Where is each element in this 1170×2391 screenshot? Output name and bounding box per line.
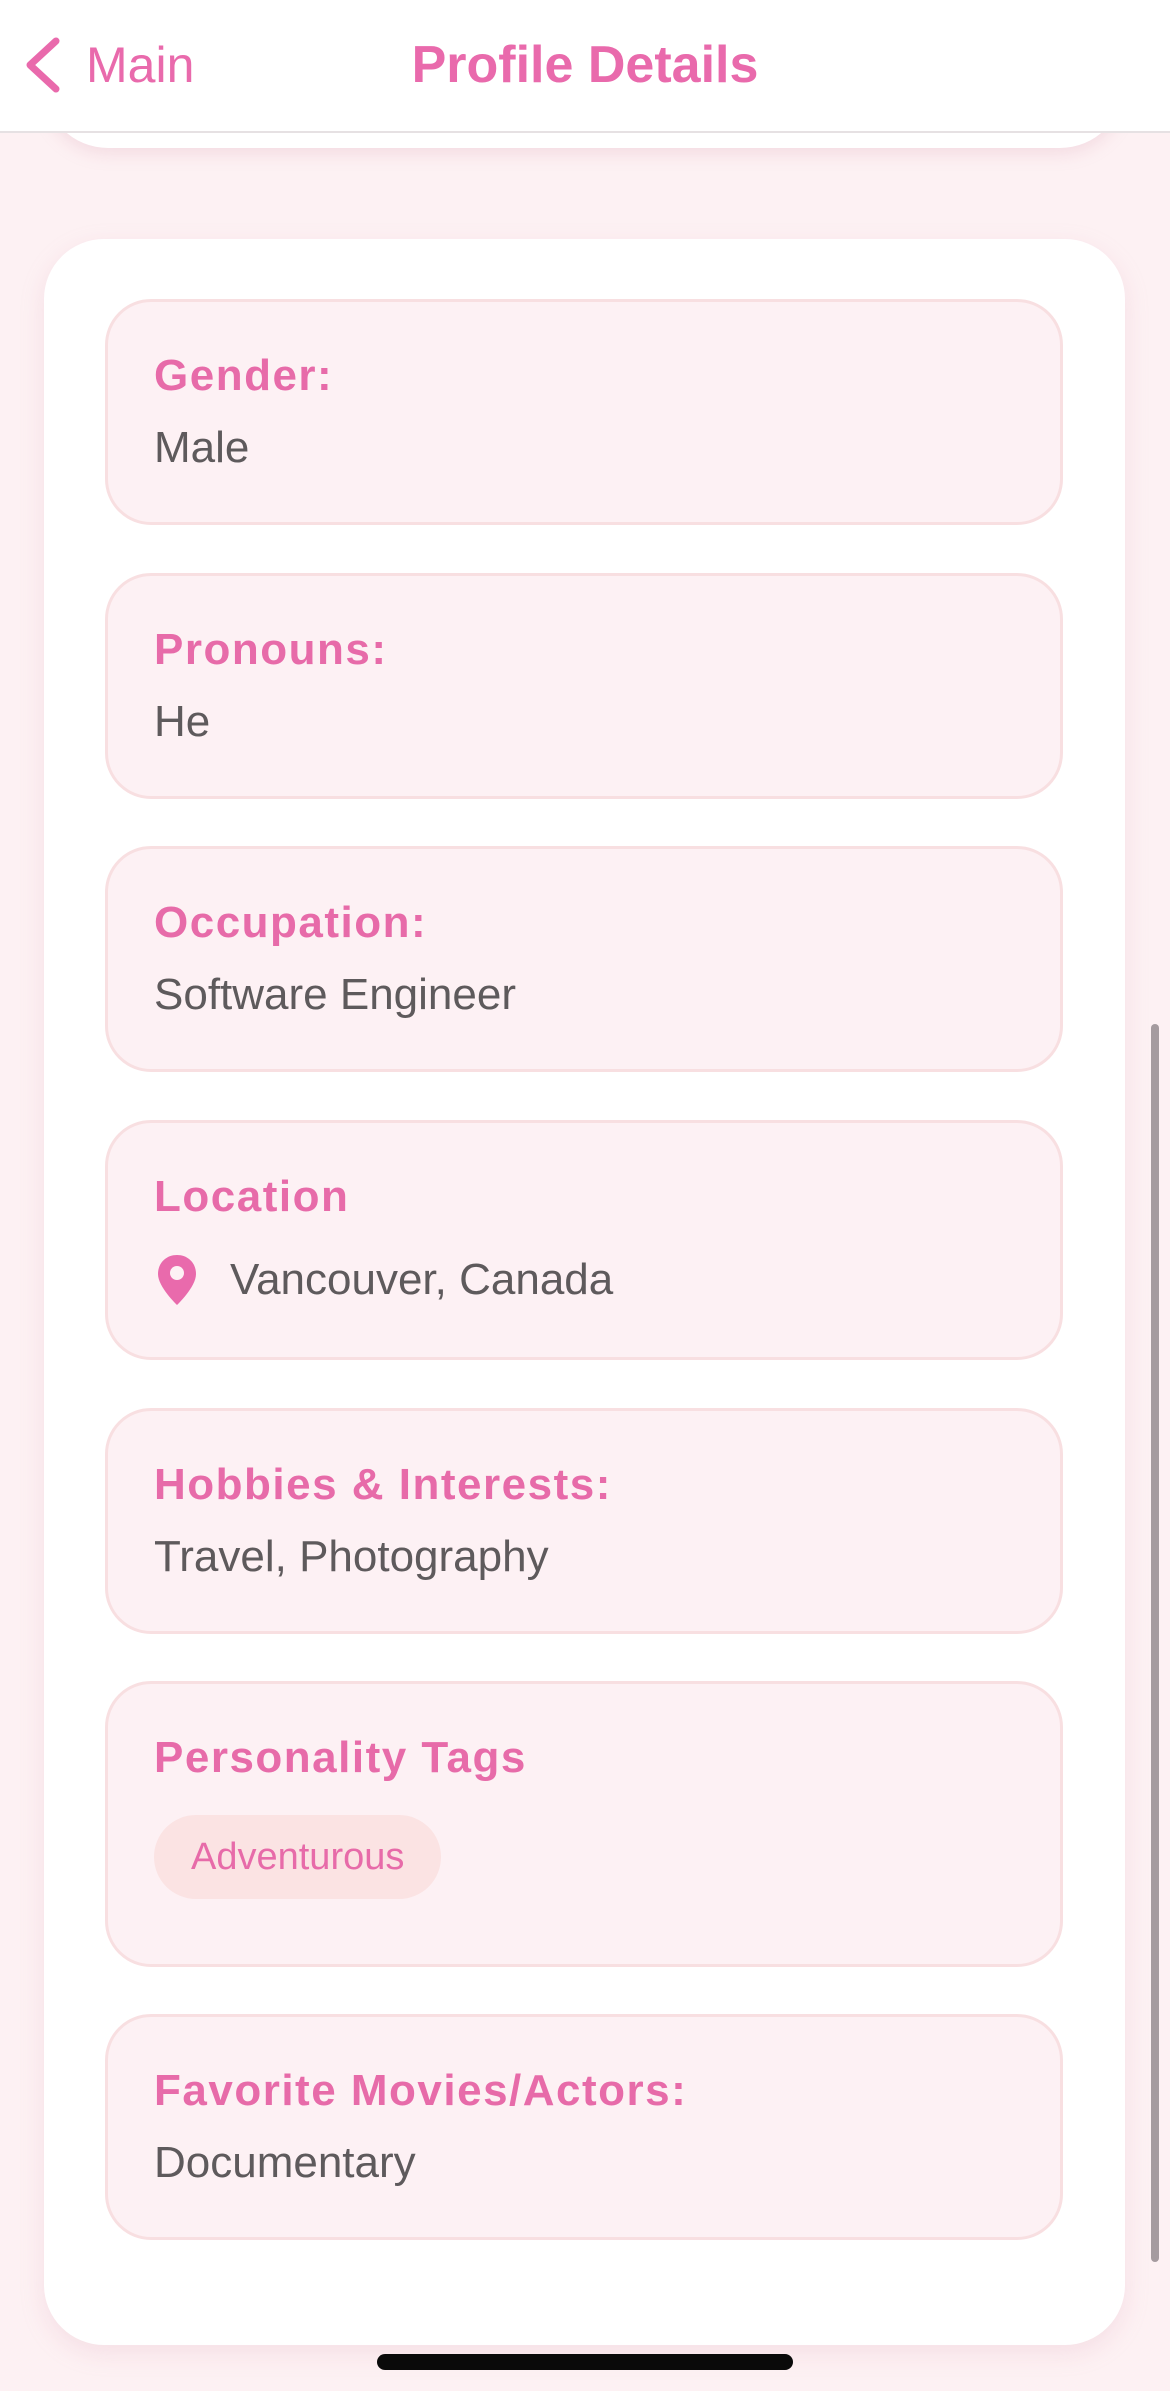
location-field: Location Vancouver, Canada [105,1120,1063,1360]
personality-tag: Adventurous [154,1815,442,1899]
profile-details-card: Gender: Male Pronouns: He Occupation: So… [44,239,1125,2345]
pronouns-label: Pronouns: [154,625,388,674]
location-row: Vancouver, Canada [154,1253,613,1307]
personality-tags-field: Personality Tags Adventurous [105,1681,1063,1967]
gender-field: Gender: Male [105,299,1063,525]
pronouns-field: Pronouns: He [105,573,1063,799]
favorite-movies-value: Documentary [154,2138,416,2187]
location-label: Location [154,1172,350,1221]
occupation-field: Occupation: Software Engineer [105,846,1063,1072]
personality-tags-label: Personality Tags [154,1733,527,1782]
hobbies-field: Hobbies & Interests: Travel, Photography [105,1408,1063,1634]
occupation-value: Software Engineer [154,970,516,1019]
favorite-movies-label: Favorite Movies/Actors: [154,2066,688,2115]
hobbies-label: Hobbies & Interests: [154,1460,612,1509]
gender-label: Gender: [154,351,334,400]
navigation-bar: Main Profile Details [0,0,1170,133]
map-pin-icon [158,1255,196,1305]
page-title: Profile Details [411,36,759,94]
pronouns-value: He [154,697,211,746]
favorite-movies-field: Favorite Movies/Actors: Documentary [105,2014,1063,2240]
home-indicator[interactable] [377,2354,793,2370]
hobbies-value: Travel, Photography [154,1532,549,1581]
gender-value: Male [154,423,250,472]
location-value: Vancouver, Canada [230,1255,614,1304]
occupation-label: Occupation: [154,898,428,947]
scrollbar[interactable] [1151,1024,1159,2262]
